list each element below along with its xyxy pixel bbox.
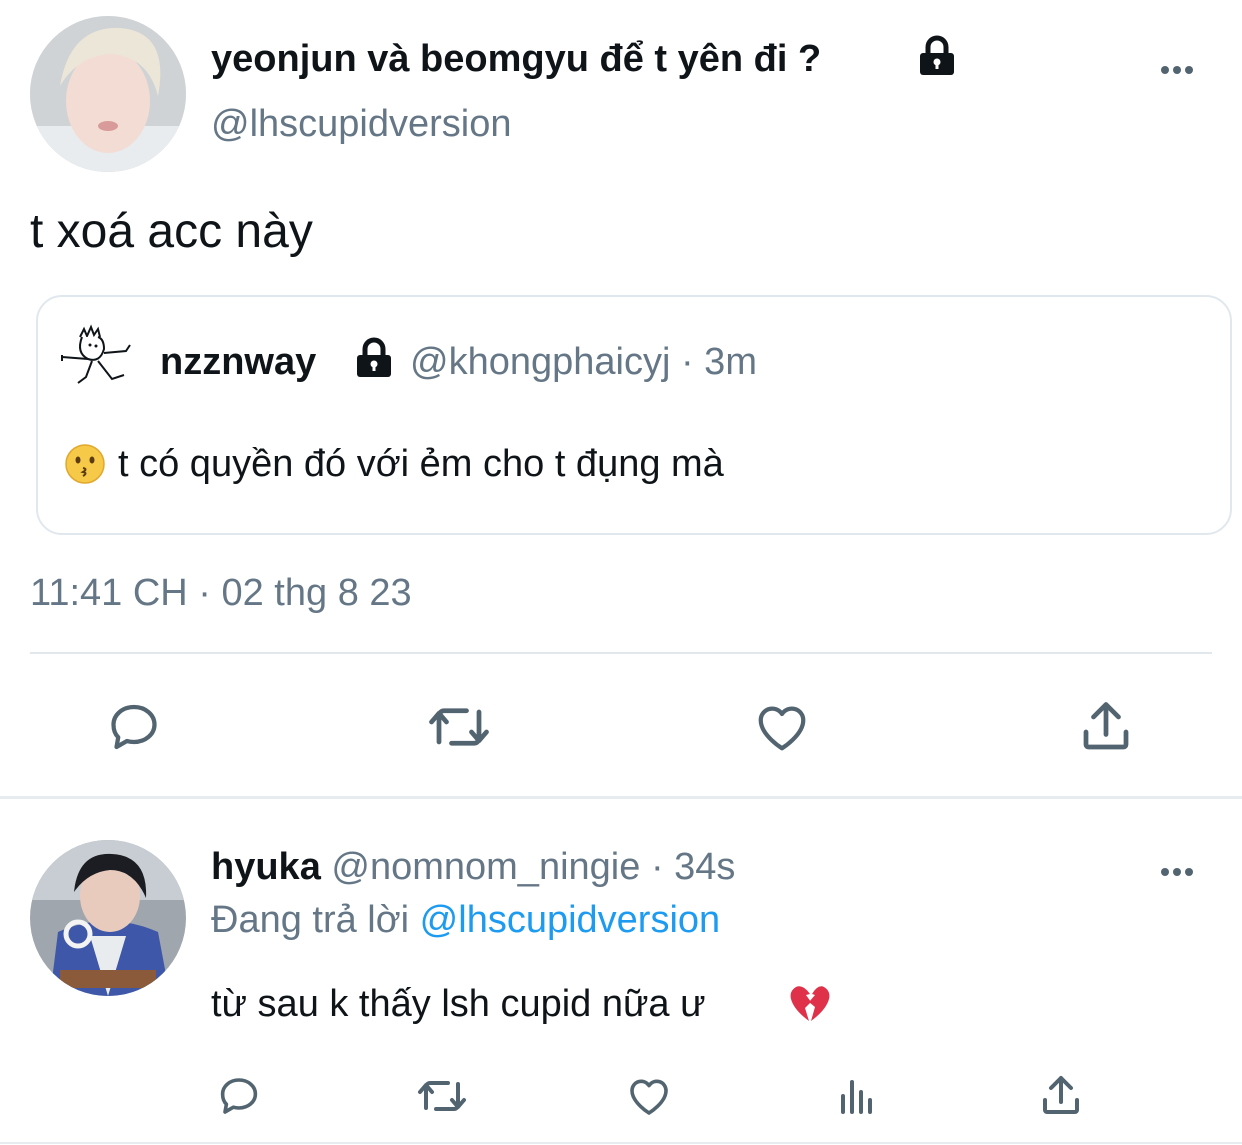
more-icon — [1161, 61, 1197, 79]
reply-handle[interactable]: @nomnom_ningie — [331, 846, 640, 888]
display-name-text: yeonjun và beomgyu để t yên đi ? — [211, 38, 822, 80]
reply-retweet-button[interactable] — [415, 1072, 469, 1120]
analytics-button[interactable] — [833, 1072, 881, 1120]
replying-to-link[interactable]: @lhscupidversion — [420, 899, 721, 941]
reply-share-button[interactable] — [1037, 1072, 1085, 1120]
more-options-button[interactable] — [1161, 61, 1197, 79]
reply-like-button[interactable] — [625, 1072, 673, 1120]
handle[interactable]: @lhscupidversion — [211, 103, 512, 146]
lock-icon — [916, 35, 958, 77]
reply-avatar[interactable] — [30, 840, 186, 996]
replying-label: Đang trả lời — [211, 899, 410, 941]
divider — [30, 652, 1212, 654]
quote-handle[interactable]: @khongphaicyj · 3m — [410, 341, 757, 384]
share-icon — [1083, 702, 1129, 750]
tweet-text: t xoá acc này — [30, 205, 313, 258]
display-name[interactable]: yeonjun và beomgyu để t yên đi ? — [211, 38, 821, 81]
reply-reply-button[interactable] — [215, 1072, 263, 1120]
timestamp[interactable]: 11:41 CH · 02 thg 8 23 — [30, 572, 412, 615]
quote-time: · 3m — [680, 341, 757, 383]
quote-avatar[interactable] — [58, 319, 138, 399]
retweet-icon — [429, 708, 489, 746]
kissing-face-emoji — [64, 443, 106, 485]
reply-button[interactable] — [104, 697, 164, 757]
quote-handle-text: @khongphaicyj — [410, 341, 671, 383]
reply-icon — [220, 1078, 258, 1114]
retweet-icon — [418, 1081, 466, 1111]
reply-icon — [111, 704, 157, 750]
analytics-icon — [841, 1080, 872, 1114]
share-button[interactable] — [1075, 697, 1137, 757]
like-icon — [758, 706, 806, 751]
like-icon — [630, 1079, 668, 1115]
reply-text: từ sau k thấy lsh cupid nữa ư — [211, 983, 706, 1025]
quote-display-name[interactable]: nzznway — [160, 341, 316, 384]
reply-time: · 34s — [650, 846, 736, 888]
reply-header: hyuka @nomnom_ningie · 34s — [211, 846, 735, 889]
quote-text: t có quyền đó với ẻm cho t đụng mà — [118, 443, 724, 485]
retweet-button[interactable] — [426, 697, 492, 757]
reply-display-name[interactable]: hyuka — [211, 846, 321, 888]
broken-heart-emoji — [789, 984, 831, 1024]
quoted-tweet[interactable]: nzznway @khongphaicyj · 3m t có quyền đó… — [36, 295, 1232, 535]
share-icon — [1043, 1076, 1079, 1114]
reply-more-options-button[interactable] — [1161, 863, 1197, 881]
like-button[interactable] — [752, 697, 812, 757]
more-icon — [1161, 863, 1197, 881]
section-divider — [0, 796, 1242, 799]
lock-icon — [353, 337, 395, 379]
reply-text-line: từ sau k thấy lsh cupid nữa ư — [211, 983, 706, 1026]
replying-to: Đang trả lời @lhscupidversion — [211, 899, 720, 942]
bottom-divider — [0, 1142, 1242, 1144]
avatar[interactable] — [30, 16, 186, 172]
